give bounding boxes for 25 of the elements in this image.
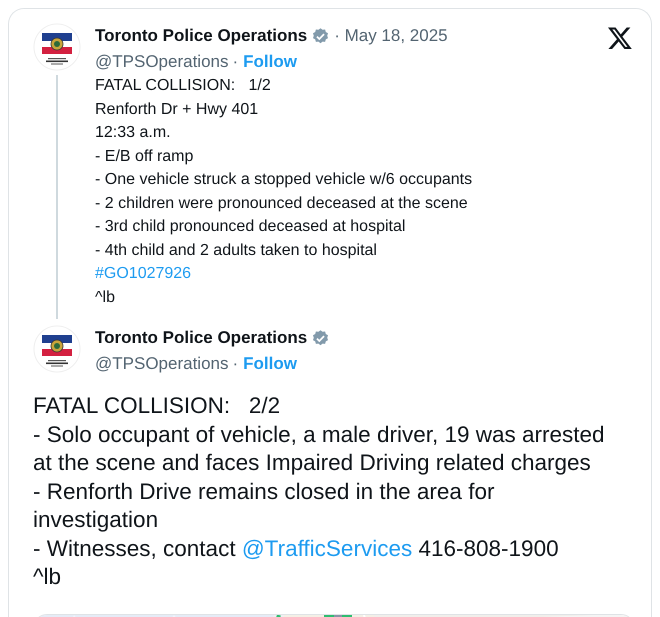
police-logo-icon[interactable]	[33, 23, 81, 71]
post-text-line: - Renforth Drive remains closed in the area for investigation	[33, 478, 496, 532]
post-text-line: - 4th child and 2 adults taken to hospital	[95, 242, 377, 258]
post-text-line: FATAL COLLISION: 2/2	[33, 393, 280, 418]
post-text-line: Renforth Dr + Hwy 401	[95, 100, 258, 118]
post-text-line: ^lb	[33, 564, 62, 589]
separator-dot: ·	[232, 52, 238, 71]
police-logo-icon[interactable]	[33, 325, 81, 373]
post-text-line: ^lb	[95, 288, 115, 306]
post-text-line: 12:33 a.m.	[95, 124, 171, 141]
post-text-line: - Witnesses, contact	[33, 536, 237, 560]
post-text-line: - Solo occupant of vehicle, a male driver, 19 was arrested at the scene and faces Impaired Driving related charges	[33, 422, 606, 475]
author-name[interactable]: Toronto Police Operations	[95, 25, 308, 47]
author-handle[interactable]: @TPSOperations	[95, 354, 228, 373]
post-date[interactable]: · May 18, 2025	[334, 25, 448, 47]
post-text-line: FATAL COLLISION: 1/2	[95, 77, 271, 94]
separator-dot: ·	[232, 354, 238, 373]
post-text-line: - 2 children were pronounced deceased at the scene	[95, 194, 468, 212]
author-handle[interactable]: @TPSOperations	[95, 52, 228, 71]
post-text-line: - One vehicle struck a stopped vehicle w/6 occupants	[95, 171, 472, 188]
x-logo-icon[interactable]	[607, 25, 633, 51]
post-text-line: - E/B off ramp	[95, 148, 194, 164]
author-name[interactable]: Toronto Police Operations	[95, 327, 308, 349]
post-text-line: - 3rd child pronounced deceased at hospital	[95, 218, 406, 235]
post-text-line: 416-808-1900	[417, 536, 559, 560]
